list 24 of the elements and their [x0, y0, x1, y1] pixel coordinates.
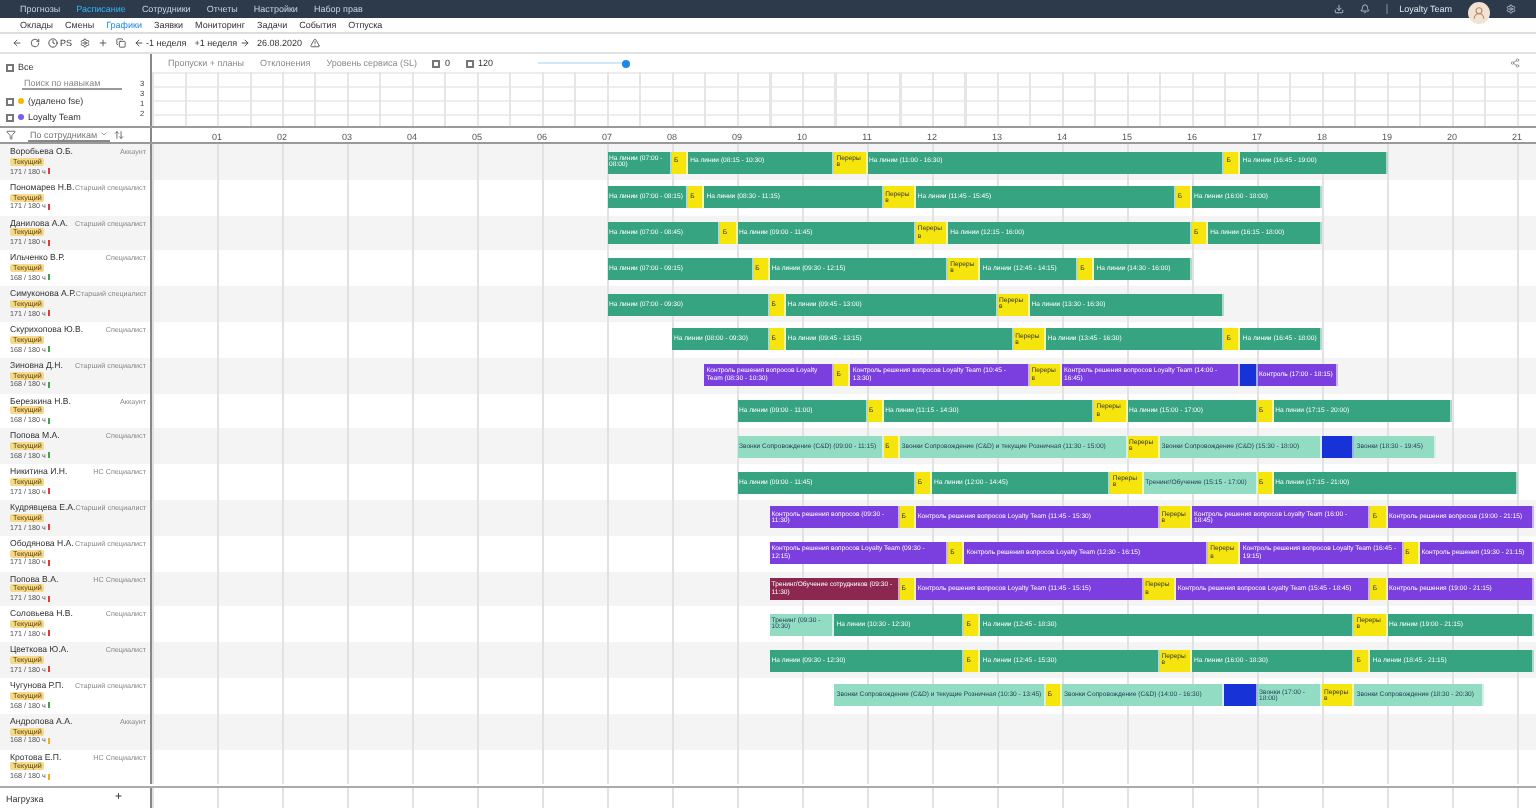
warning-icon[interactable] [310, 38, 321, 48]
slider-thumb[interactable] [621, 59, 629, 67]
task-segment[interactable] [1322, 435, 1355, 458]
checkbox[interactable] [6, 113, 14, 121]
checkbox[interactable] [6, 63, 14, 71]
bell-icon[interactable] [1359, 4, 1370, 14]
checkbox[interactable] [432, 59, 441, 67]
checkbox[interactable] [6, 97, 14, 105]
avatar[interactable] [1468, 2, 1490, 24]
back-icon[interactable] [12, 38, 22, 48]
checkbox[interactable] [465, 59, 474, 67]
filter-icon[interactable] [6, 130, 16, 140]
add-icon[interactable] [98, 38, 109, 48]
copy-icon[interactable] [116, 38, 127, 48]
refresh-icon[interactable] [30, 38, 40, 48]
task-segment[interactable] [1224, 684, 1257, 707]
arrow-right-icon [239, 38, 250, 48]
clock-icon [48, 38, 58, 48]
arrow-left-icon [134, 38, 145, 48]
settings-icon[interactable] [80, 38, 91, 48]
share-icon[interactable] [1510, 58, 1520, 68]
download-icon[interactable] [1333, 4, 1344, 14]
task-segment[interactable] [1240, 364, 1257, 387]
sort-icon[interactable] [113, 130, 124, 140]
